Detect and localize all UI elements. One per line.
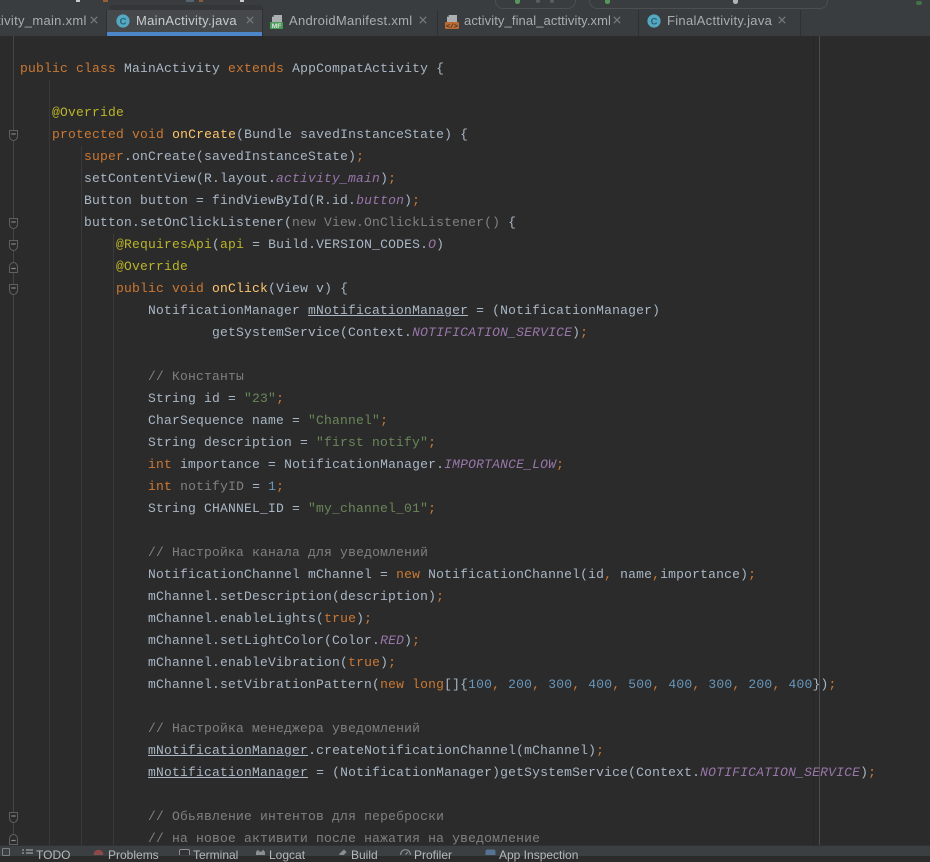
svg-text:MF: MF — [272, 23, 282, 30]
svg-text:C: C — [120, 17, 127, 28]
svg-text:C: C — [651, 17, 658, 28]
svg-text:</>: </> — [446, 23, 458, 30]
